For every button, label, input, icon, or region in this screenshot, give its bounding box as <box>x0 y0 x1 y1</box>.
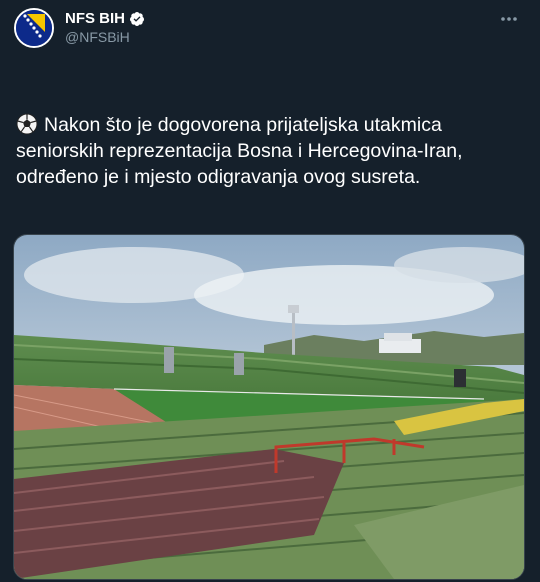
display-name[interactable]: NFS BIH <box>65 10 125 28</box>
more-options-icon <box>501 17 517 21</box>
name-row: NFS BIH <box>65 10 145 28</box>
tweet-paragraph-1: Nakon što je dogovorena prijateljska uta… <box>16 112 526 190</box>
more-options-button[interactable] <box>498 10 520 28</box>
avatar[interactable] <box>14 8 54 48</box>
soccer-ball-emoji <box>16 113 38 135</box>
stadium-photo-image <box>14 235 524 579</box>
tweet-header: NFS BIH @NFSBiH <box>14 6 526 50</box>
verified-badge-icon <box>129 12 144 26</box>
account-handle[interactable]: @NFSBiH <box>65 28 145 46</box>
tweet: NFS BIH @NFSBiH Nakon što je dogovorena … <box>0 0 540 582</box>
bosnia-flag-icon <box>16 10 52 46</box>
account-names: NFS BIH @NFSBiH <box>65 10 145 46</box>
tweet-paragraph-1-text: Nakon što je dogovorena prijateljska uta… <box>16 114 468 188</box>
tweet-photo[interactable] <box>13 234 525 580</box>
